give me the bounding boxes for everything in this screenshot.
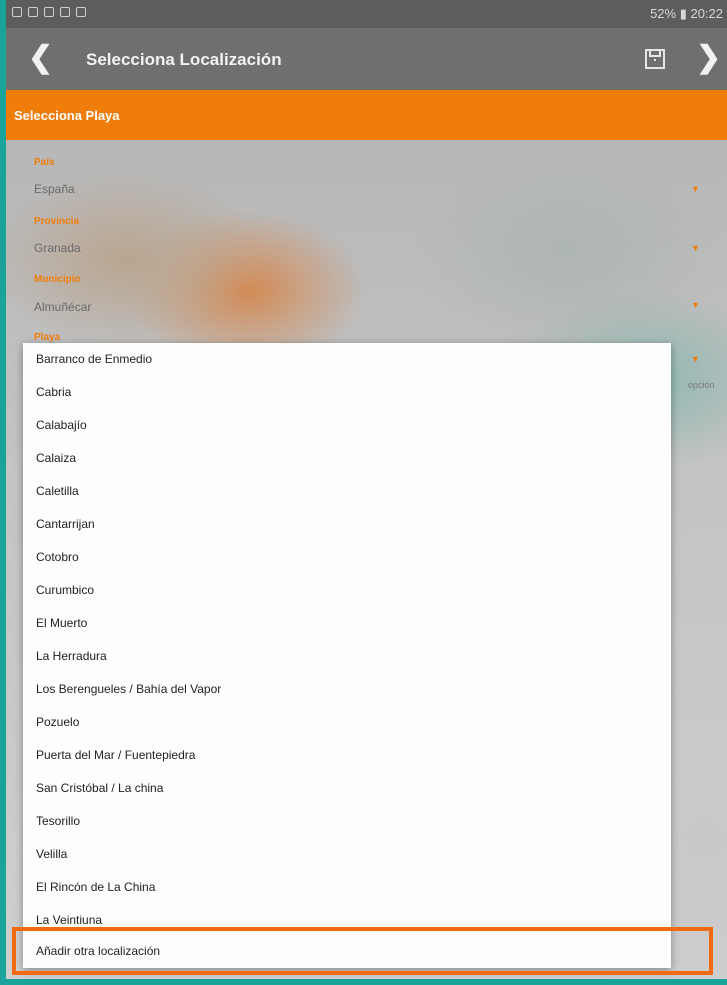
list-item[interactable]: Calabajío xyxy=(23,409,671,442)
next-button[interactable]: ❯ xyxy=(696,40,726,76)
beach-dropdown-list: Barranco de Enmedio Cabria Calabajío Cal… xyxy=(23,343,671,968)
list-item[interactable]: Cabria xyxy=(23,376,671,409)
list-item[interactable]: La Herradura xyxy=(23,640,671,673)
notification-icon xyxy=(28,7,38,17)
status-right-text: 52% ▮ 20:22 xyxy=(650,6,723,21)
section-header: Selecciona Playa xyxy=(6,90,727,140)
notification-icon xyxy=(44,7,54,17)
section-title: Selecciona Playa xyxy=(14,108,120,123)
province-label: Provincia xyxy=(34,216,80,227)
list-item[interactable]: Tesorillo xyxy=(23,805,671,838)
list-item[interactable]: Curumbico xyxy=(23,574,671,607)
beach-label: Playa xyxy=(34,332,61,343)
page-title: Selecciona Localización xyxy=(86,50,282,69)
dropdown-arrow-icon: ▼ xyxy=(691,243,700,253)
list-item[interactable]: Barranco de Enmedio xyxy=(23,343,671,376)
toolbar: ❮ Selecciona Localización ❯ xyxy=(6,28,727,90)
status-bar: 52% ▮ 20:22 xyxy=(6,0,727,28)
back-button[interactable]: ❮ xyxy=(28,40,58,76)
municipality-select[interactable]: Almuñécar xyxy=(34,300,91,314)
app-screen: 52% ▮ 20:22 ❮ Selecciona Localización ❯ … xyxy=(6,0,727,979)
save-icon[interactable] xyxy=(642,46,668,72)
dropdown-arrow-icon: ▼ xyxy=(691,184,700,194)
list-item[interactable]: San Cristóbal / La china xyxy=(23,772,671,805)
list-item[interactable]: El Rincón de La China xyxy=(23,871,671,904)
country-label: País xyxy=(34,157,55,168)
dropdown-arrow-icon: ▼ xyxy=(691,300,700,310)
list-item[interactable]: Calaiza xyxy=(23,442,671,475)
notification-icon xyxy=(60,7,70,17)
notification-icon xyxy=(12,7,22,17)
list-item[interactable]: El Muerto xyxy=(23,607,671,640)
notification-icons xyxy=(12,7,86,17)
highlight-box xyxy=(12,927,713,975)
municipality-label: Municipio xyxy=(34,274,81,285)
list-item[interactable]: Cotobro xyxy=(23,541,671,574)
dropdown-arrow-icon: ▼ xyxy=(691,354,700,364)
list-item[interactable]: Puerta del Mar / Fuentepiedra xyxy=(23,739,671,772)
list-item[interactable]: Pozuelo xyxy=(23,706,671,739)
country-select[interactable]: España xyxy=(34,182,75,196)
list-item[interactable]: Los Berengueles / Bahía del Vapor xyxy=(23,673,671,706)
list-item[interactable]: Velilla xyxy=(23,838,671,871)
list-item[interactable]: Cantarrijan xyxy=(23,508,671,541)
side-hint-text: opción xyxy=(688,380,715,390)
list-item[interactable]: Caletilla xyxy=(23,475,671,508)
province-select[interactable]: Granada xyxy=(34,241,81,255)
notification-icon xyxy=(76,7,86,17)
